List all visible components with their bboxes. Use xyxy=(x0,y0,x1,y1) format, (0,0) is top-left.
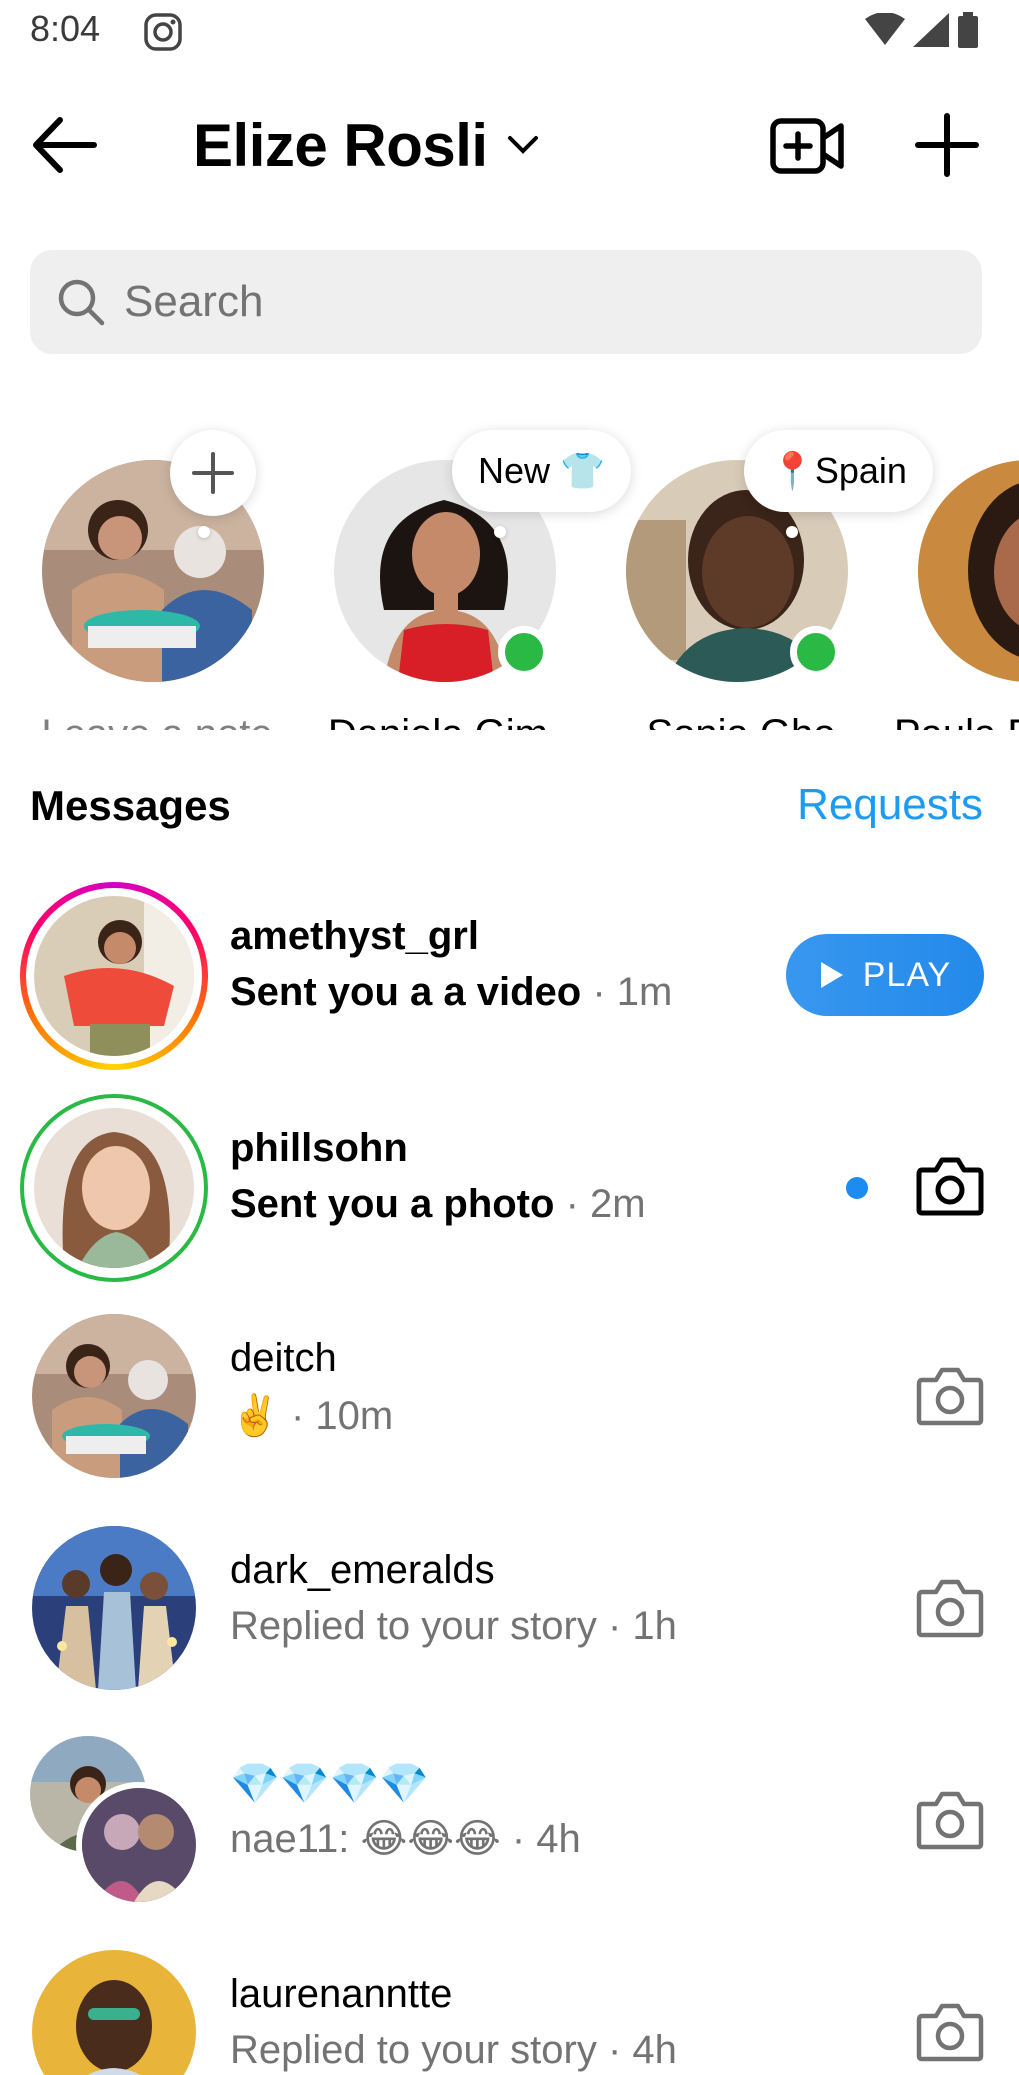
camera-icon[interactable] xyxy=(916,1154,984,1216)
back-arrow-icon[interactable] xyxy=(28,112,100,178)
account-name: Elize Rosli xyxy=(193,111,488,179)
thread-preview: Sent you a photo · 2m xyxy=(230,1182,646,1226)
thread-row[interactable]: 💎💎💎💎 nae11: 😂😂😂 · 4h xyxy=(0,1708,1019,1908)
thread-time: · 2m xyxy=(565,1182,646,1226)
thread-row[interactable]: phillsohn Sent you a photo · 2m xyxy=(0,1074,1019,1282)
note-bubble-tail xyxy=(786,526,798,538)
thread-username: phillsohn xyxy=(230,1126,408,1170)
camera-icon[interactable] xyxy=(916,2000,984,2062)
thread-username: laurenanntte xyxy=(230,1972,453,2016)
note-label: Leave a note xyxy=(10,712,304,730)
note-own[interactable]: Leave a note xyxy=(10,430,290,730)
unread-indicator xyxy=(846,1177,868,1199)
thread-row[interactable]: laurenanntte Replied to your story · 4h xyxy=(0,1920,1019,2075)
note-daniela[interactable]: New 👕 Daniela Gim.. xyxy=(302,430,631,730)
search-input[interactable]: Search xyxy=(30,250,982,354)
note-label: Paula E xyxy=(886,712,1019,730)
plus-icon xyxy=(192,452,234,494)
camera-icon[interactable] xyxy=(916,1788,984,1850)
note-label: Sonja Gho xyxy=(594,712,888,730)
thread-row[interactable]: dark_emeralds Replied to your story · 1h xyxy=(0,1496,1019,1696)
thread-preview: Replied to your story · 1h xyxy=(230,1604,677,1648)
thread-username: deitch xyxy=(230,1336,337,1380)
note-sonja[interactable]: 📍Spain Sonja Gho xyxy=(594,430,933,730)
thread-time: · 1m xyxy=(592,970,673,1014)
chevron-down-icon xyxy=(507,136,538,154)
messages-heading: Messages xyxy=(30,782,231,829)
status-icons xyxy=(865,10,979,50)
note-bubble-tail xyxy=(494,526,506,538)
battery-icon xyxy=(958,12,978,48)
avatar xyxy=(32,1314,196,1478)
add-note-button[interactable] xyxy=(170,430,256,516)
thread-row[interactable]: amethyst_grl Sent you a a video · 1m PLA… xyxy=(0,862,1019,1070)
thread-username: amethyst_grl xyxy=(230,914,479,958)
app-header: Elize Rosli xyxy=(0,90,1019,200)
search-icon xyxy=(58,279,105,326)
camera-icon[interactable] xyxy=(916,1576,984,1638)
group-avatar-front xyxy=(76,1782,202,1908)
thread-time: · 4h xyxy=(511,1817,581,1861)
thread-preview: ✌️ · 10m xyxy=(230,1394,394,1438)
thread-time: · 4h xyxy=(607,2028,677,2072)
instagram-icon xyxy=(144,13,182,51)
play-video-button[interactable]: PLAY xyxy=(786,934,984,1016)
requests-link[interactable]: Requests xyxy=(797,780,983,830)
camera-icon[interactable] xyxy=(916,1364,984,1426)
thread-username: dark_emeralds xyxy=(230,1548,495,1592)
thread-preview: Replied to your story · 4h xyxy=(230,2028,677,2072)
status-time: 8:04 xyxy=(30,8,101,49)
avatar xyxy=(32,1950,196,2075)
note-paula[interactable]: Paula E xyxy=(886,430,1019,730)
thread-preview: Sent you a a video · 1m xyxy=(230,970,673,1014)
online-status-dot xyxy=(498,626,550,678)
notes-tray: Leave a note New 👕 Daniela Gim.. xyxy=(0,400,1019,730)
avatar xyxy=(34,896,194,1056)
thread-time: · 1h xyxy=(607,1604,677,1648)
note-bubble-tail xyxy=(198,526,210,538)
note-label: Daniela Gim.. xyxy=(302,712,596,730)
account-switcher[interactable]: Elize Rosli xyxy=(193,108,540,182)
search-placeholder: Search xyxy=(124,277,264,326)
avatar xyxy=(34,1108,194,1268)
thread-time: · 10m xyxy=(290,1394,394,1438)
avatar xyxy=(32,1526,196,1690)
online-status-dot xyxy=(790,626,842,678)
play-label: PLAY xyxy=(862,955,952,994)
play-icon xyxy=(820,962,843,988)
avatar xyxy=(918,460,1019,682)
thread-row[interactable]: deitch ✌️ · 10m xyxy=(0,1284,1019,1484)
wifi-icon xyxy=(865,13,905,45)
new-video-call-icon[interactable] xyxy=(770,116,844,176)
thread-username: 💎💎💎💎 xyxy=(230,1762,430,1806)
signal-icon xyxy=(913,13,949,47)
new-message-icon[interactable] xyxy=(914,112,980,178)
status-bar: 8:04 xyxy=(0,0,1019,60)
thread-preview: nae11: 😂😂😂 · 4h xyxy=(230,1817,581,1861)
